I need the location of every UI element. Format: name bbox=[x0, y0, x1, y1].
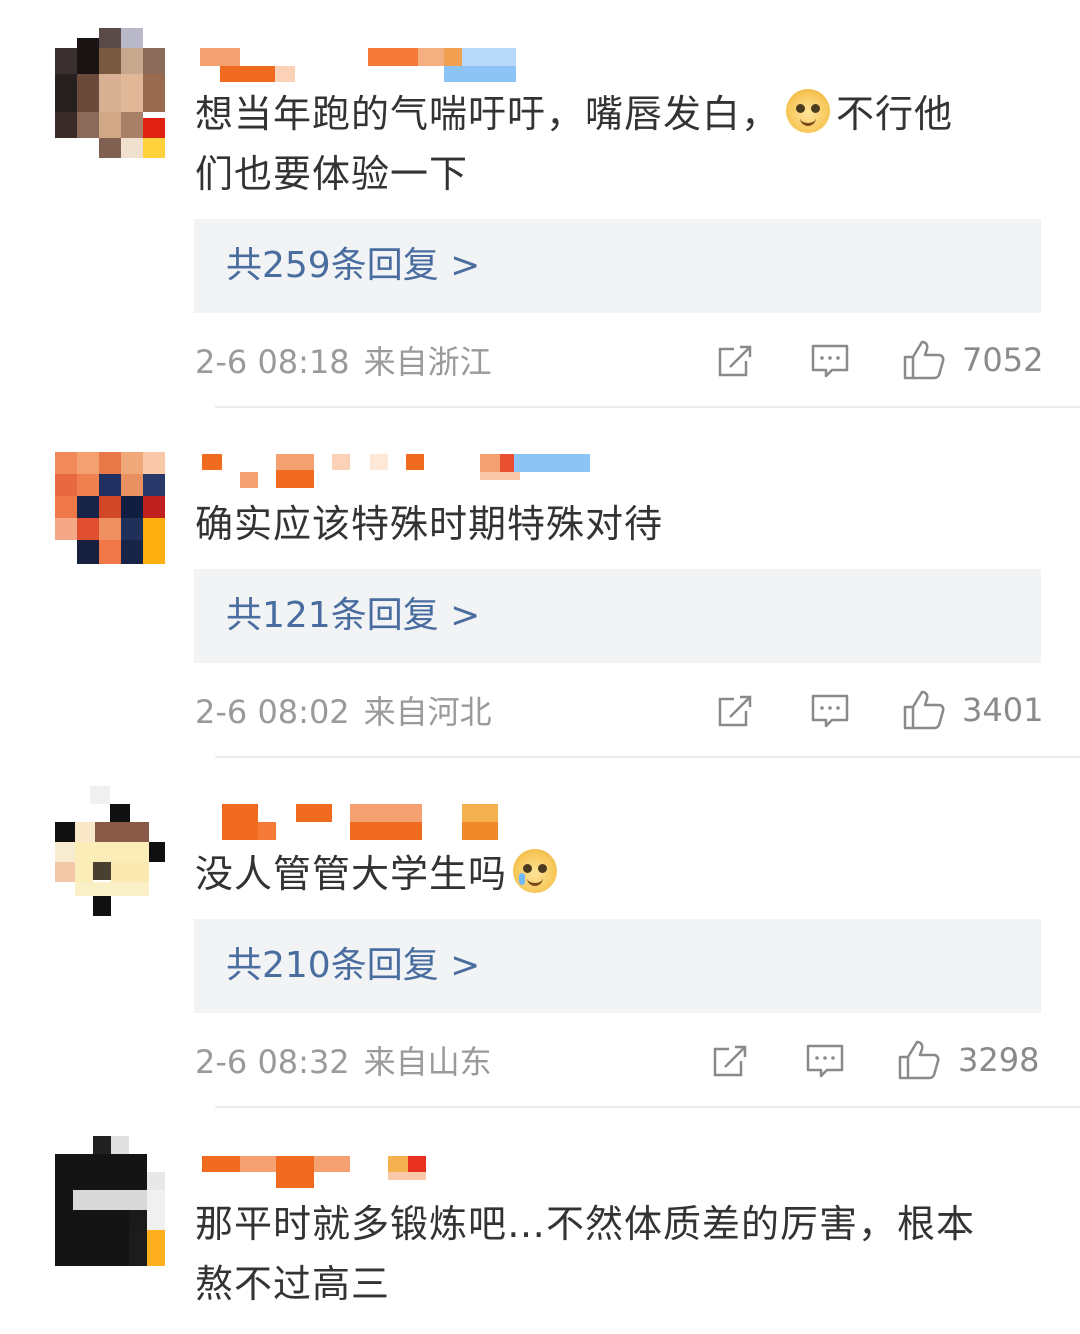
divider bbox=[215, 406, 1080, 408]
username-redacted[interactable] bbox=[200, 804, 620, 840]
username-redacted[interactable] bbox=[200, 452, 620, 488]
like-count: 3298 bbox=[958, 1041, 1040, 1079]
share-icon[interactable] bbox=[716, 691, 756, 731]
comment-text: 想当年跑的气喘吁吁，嘴唇发白， 不行他 们也要体验一下 bbox=[195, 84, 1045, 204]
share-icon[interactable] bbox=[711, 1041, 751, 1081]
avatar[interactable] bbox=[55, 28, 165, 158]
comment-text-line: 那平时就多锻炼吧…不然体质差的厉害，根本 bbox=[195, 1202, 976, 1246]
comment-text: 那平时就多锻炼吧…不然体质差的厉害，根本 熬不过高三 bbox=[195, 1194, 1045, 1314]
crying-doge-emoji-icon bbox=[513, 849, 558, 893]
replies-count-label: 共259条回复 > bbox=[226, 245, 481, 286]
timestamp: 2-6 08:18 bbox=[195, 343, 350, 381]
view-replies-button[interactable]: 共259条回复 > bbox=[194, 219, 1041, 313]
like-count: 3401 bbox=[962, 691, 1044, 729]
view-replies-button[interactable]: 共121条回复 > bbox=[194, 569, 1041, 663]
comment-text-line: 熬不过高三 bbox=[195, 1262, 391, 1306]
comment-text-line: 们也要体验一下 bbox=[195, 152, 469, 196]
thumbs-up-icon[interactable] bbox=[902, 688, 946, 732]
share-icon[interactable] bbox=[716, 341, 756, 381]
divider bbox=[215, 756, 1080, 758]
comment-text-line: 不行他 bbox=[836, 92, 954, 136]
location: 来自河北 bbox=[363, 693, 492, 731]
comment-meta: 2-6 08:18 来自浙江 bbox=[195, 342, 492, 382]
avatar[interactable] bbox=[55, 1136, 165, 1266]
comment-meta: 2-6 08:32 来自山东 bbox=[195, 1042, 492, 1082]
replies-count-label: 共210条回复 > bbox=[226, 945, 481, 986]
comment-meta: 2-6 08:02 来自河北 bbox=[195, 692, 492, 732]
divider bbox=[215, 1106, 1080, 1108]
comment-text-line: 想当年跑的气喘吁吁，嘴唇发白， bbox=[195, 92, 781, 136]
comment-icon[interactable] bbox=[810, 691, 850, 731]
replies-count-label: 共121条回复 > bbox=[226, 595, 481, 636]
comment-text: 没人管管大学生吗 bbox=[195, 844, 1045, 904]
comment-text: 确实应该特殊时期特殊对待 bbox=[195, 502, 664, 546]
timestamp: 2-6 08:02 bbox=[195, 693, 350, 731]
comment-icon[interactable] bbox=[805, 1041, 845, 1081]
timestamp: 2-6 08:32 bbox=[195, 1043, 350, 1081]
thumbs-up-icon[interactable] bbox=[902, 338, 946, 382]
doge-emoji-icon bbox=[786, 89, 831, 133]
username-redacted[interactable] bbox=[200, 46, 620, 82]
avatar[interactable] bbox=[55, 452, 165, 564]
location: 来自山东 bbox=[363, 1043, 492, 1081]
view-replies-button[interactable]: 共210条回复 > bbox=[194, 919, 1041, 1013]
like-count: 7052 bbox=[962, 341, 1044, 379]
comment-icon[interactable] bbox=[810, 341, 850, 381]
location: 来自浙江 bbox=[363, 343, 492, 381]
username-redacted[interactable] bbox=[200, 1154, 620, 1190]
thumbs-up-icon[interactable] bbox=[897, 1038, 941, 1082]
avatar[interactable] bbox=[55, 786, 165, 916]
comment-text-line: 没人管管大学生吗 bbox=[195, 852, 508, 896]
